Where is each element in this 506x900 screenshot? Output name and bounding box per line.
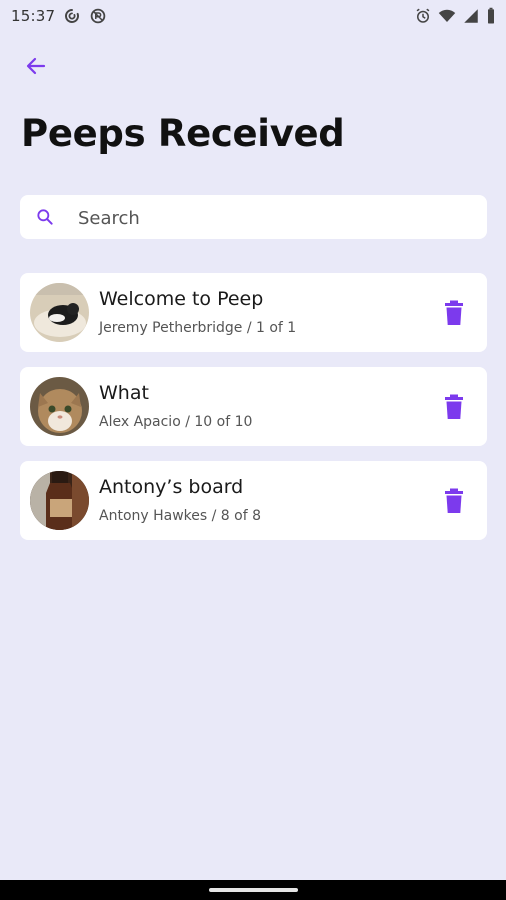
- navigation-bar: [0, 880, 506, 900]
- delete-button[interactable]: [441, 393, 467, 421]
- search-icon: [35, 207, 55, 227]
- peep-card-antonys-board[interactable]: Antony’s board Antony Hawkes / 8 of 8: [20, 461, 487, 540]
- search-box[interactable]: [20, 195, 487, 241]
- wifi-icon: [438, 7, 456, 25]
- status-left: 15:37: [11, 7, 107, 25]
- back-button[interactable]: [22, 52, 50, 80]
- peep-subtitle: Jeremy Petherbridge / 1 of 1: [99, 320, 297, 336]
- status-time: 15:37: [11, 7, 56, 25]
- avatar: [30, 283, 89, 342]
- delete-button[interactable]: [441, 299, 467, 327]
- sync-icon: [63, 7, 81, 25]
- avatar: [30, 471, 89, 530]
- signal-icon: [462, 7, 480, 25]
- alarm-icon: [414, 7, 432, 25]
- peep-title: Welcome to Peep: [99, 288, 264, 310]
- status-right: [414, 7, 496, 25]
- delete-button[interactable]: [441, 487, 467, 515]
- battery-icon: [486, 7, 496, 25]
- trash-icon: [445, 300, 463, 325]
- peep-card-welcome-to-peep[interactable]: Welcome to Peep Jeremy Petherbridge / 1 …: [20, 273, 487, 352]
- peep-subtitle: Alex Apacio / 10 of 10: [99, 414, 253, 430]
- peep-title: What: [99, 382, 149, 404]
- avatar: [30, 377, 89, 436]
- trash-icon: [445, 394, 463, 419]
- peep-title: Antony’s board: [99, 476, 244, 498]
- page-title: Peeps Received: [21, 112, 345, 155]
- arrow-left-icon: [26, 57, 46, 75]
- search-input[interactable]: [76, 195, 480, 241]
- peep-card-what[interactable]: What Alex Apacio / 10 of 10: [20, 367, 487, 446]
- trash-icon: [445, 488, 463, 513]
- peep-subtitle: Antony Hawkes / 8 of 8: [99, 508, 262, 524]
- status-bar: 15:37: [0, 0, 506, 32]
- home-indicator[interactable]: [209, 888, 298, 892]
- blocked-icon: [89, 7, 107, 25]
